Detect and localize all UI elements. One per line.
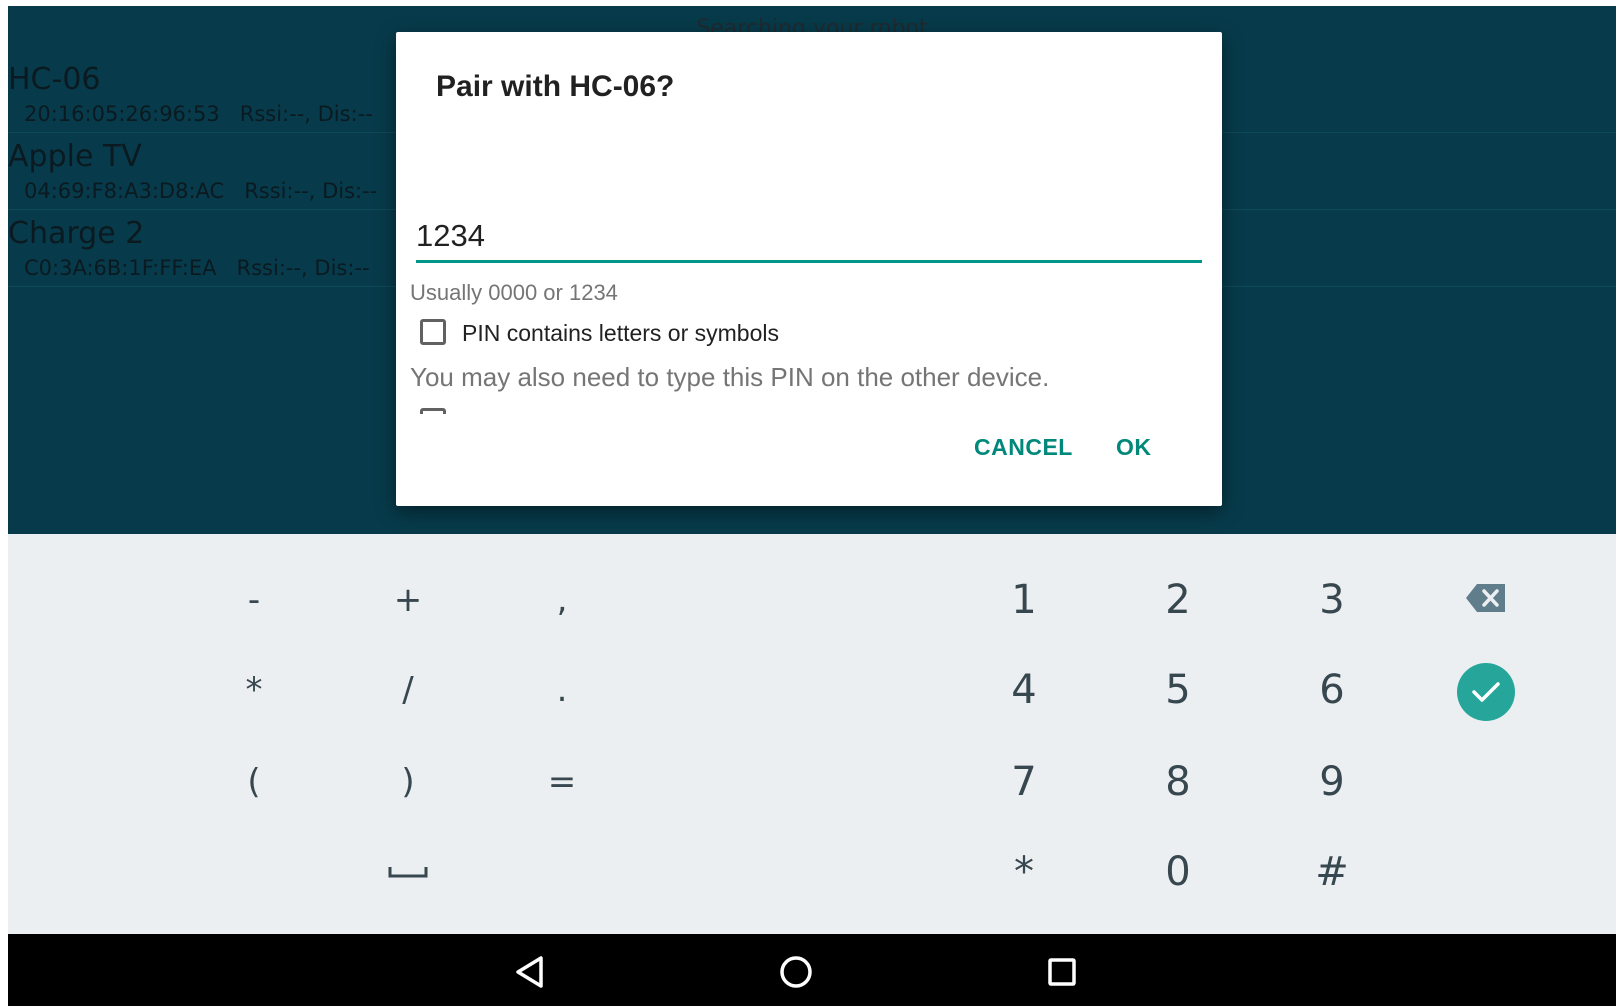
- device-name: HC-06: [8, 62, 101, 97]
- pin-letters-checkbox[interactable]: [420, 319, 446, 345]
- back-button[interactable]: [506, 948, 554, 996]
- key-4[interactable]: 4: [964, 650, 1084, 730]
- space-key[interactable]: [348, 832, 468, 912]
- key-close-paren[interactable]: ): [348, 742, 468, 822]
- device-details: 20:16:05:26:96:53 Rssi:--, Dis:--: [24, 102, 373, 126]
- key-2[interactable]: 2: [1118, 560, 1238, 640]
- backspace-key[interactable]: [1426, 558, 1546, 638]
- key-equals[interactable]: =: [502, 742, 622, 822]
- home-button[interactable]: [772, 948, 820, 996]
- device-name: Charge 2: [8, 216, 145, 251]
- dialog-title: Pair with HC-06?: [436, 70, 675, 103]
- key-7[interactable]: 7: [964, 742, 1084, 822]
- key-6[interactable]: 6: [1272, 650, 1392, 730]
- key-star[interactable]: *: [964, 832, 1084, 912]
- key-1[interactable]: 1: [964, 560, 1084, 640]
- back-triangle-icon: [516, 956, 543, 988]
- ok-button[interactable]: OK: [1116, 434, 1152, 461]
- key-5[interactable]: 5: [1118, 650, 1238, 730]
- key-hash[interactable]: #: [1272, 832, 1392, 912]
- pin-note-text: You may also need to type this PIN on th…: [410, 362, 1050, 392]
- key-0[interactable]: 0: [1118, 832, 1238, 912]
- key-minus[interactable]: -: [194, 560, 314, 640]
- done-key[interactable]: [1426, 652, 1546, 732]
- key-open-paren[interactable]: (: [194, 742, 314, 822]
- key-9[interactable]: 9: [1272, 742, 1392, 822]
- pin-hint-text: Usually 0000 or 1234: [410, 280, 618, 305]
- key-slash[interactable]: /: [348, 650, 468, 730]
- key-comma[interactable]: ,: [502, 560, 622, 640]
- pairing-dialog: Pair with HC-06? Usually 0000 or 1234 PI…: [396, 32, 1222, 506]
- key-8[interactable]: 8: [1118, 742, 1238, 822]
- numeric-keyboard: - + , * / . ( ) = 1 2 3 4 5 6 7 8 9 * 0 …: [8, 534, 1616, 934]
- key-period[interactable]: .: [502, 650, 622, 730]
- done-key-circle: [1457, 663, 1515, 721]
- pin-letters-checkbox-label[interactable]: PIN contains letters or symbols: [462, 320, 779, 347]
- device-details: 04:69:F8:A3:D8:AC Rssi:--, Dis:--: [24, 179, 378, 203]
- device-name: Apple TV: [8, 139, 142, 174]
- key-plus[interactable]: +: [348, 560, 468, 640]
- key-3[interactable]: 3: [1272, 560, 1392, 640]
- key-asterisk[interactable]: *: [194, 650, 314, 730]
- contacts-access-checkbox[interactable]: [420, 408, 452, 414]
- recents-square-icon: [1048, 958, 1076, 986]
- home-circle-icon: [780, 956, 812, 988]
- space-bar-icon: [388, 867, 428, 878]
- backspace-icon: [1466, 584, 1505, 612]
- cancel-button[interactable]: CANCEL: [974, 434, 1073, 461]
- device-screen: Searching your robot HC-06 20:16:05:26:9…: [8, 6, 1616, 1006]
- device-details: C0:3A:6B:1F:FF:EA Rssi:--, Dis:--: [24, 256, 370, 280]
- pin-input[interactable]: [416, 212, 1202, 263]
- checkmark-icon: [1472, 682, 1500, 702]
- system-navigation-bar: [8, 934, 1616, 1006]
- recents-button[interactable]: [1038, 948, 1086, 996]
